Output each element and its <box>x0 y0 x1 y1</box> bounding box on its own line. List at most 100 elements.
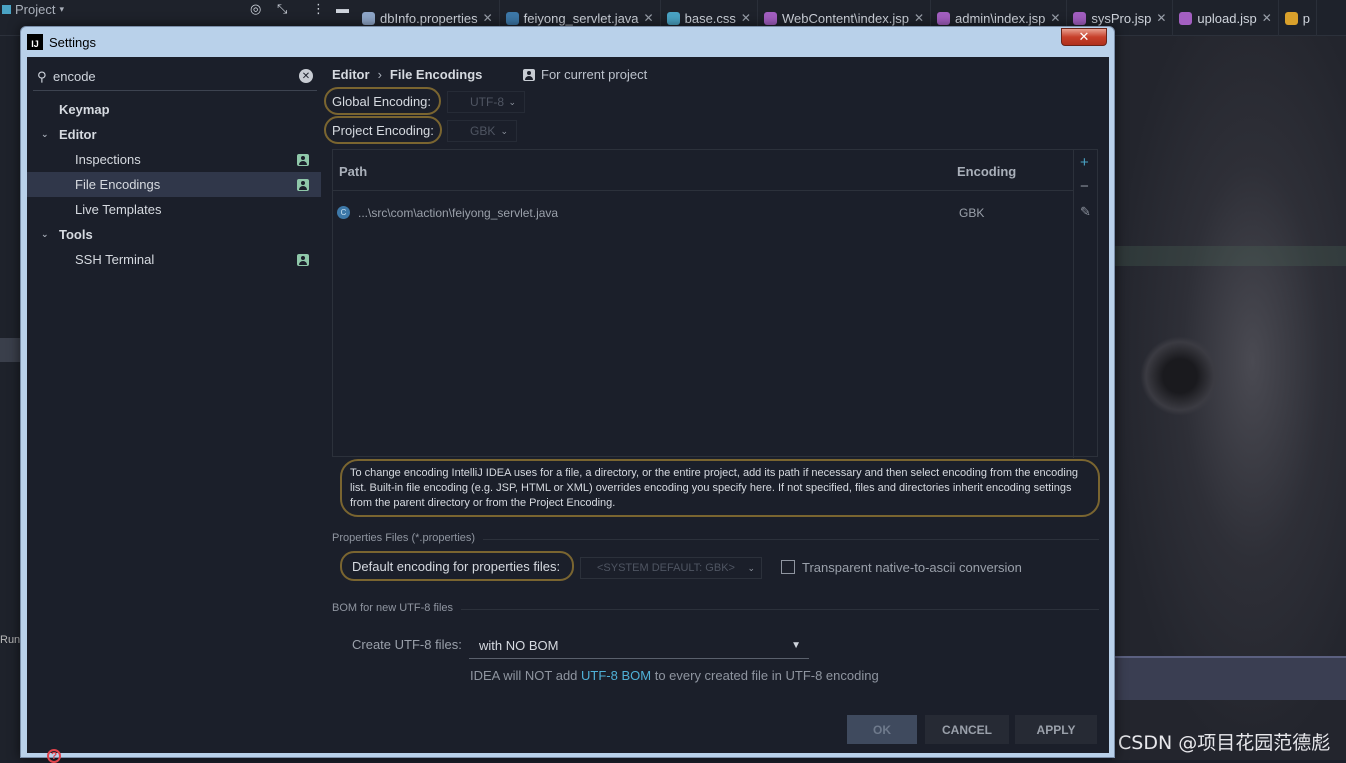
code-icon <box>362 11 375 25</box>
apply-button[interactable]: APPLY <box>1015 715 1097 744</box>
tab-label: base.css <box>684 10 736 26</box>
tree-item-label: Keymap <box>59 102 110 117</box>
cancel-button[interactable]: CANCEL <box>925 715 1009 744</box>
breadcrumb-separator: › <box>377 67 382 82</box>
row-path: ...\src\com\action\feiyong_servlet.java <box>358 206 559 220</box>
project-encoding-select[interactable]: GBK ⌄ <box>447 120 517 142</box>
tree-item-label: File Encodings <box>75 177 161 192</box>
project-scope-icon <box>297 178 309 191</box>
tree-item-label: SSH Terminal <box>75 252 155 267</box>
scope-indicator: For current project <box>523 67 647 82</box>
tab-label: upload.jsp <box>1197 10 1257 26</box>
target-icon[interactable]: ◎ <box>250 1 261 17</box>
tree-item-label: Tools <box>59 227 93 242</box>
tab-label: dbInfo.properties <box>380 10 478 26</box>
close-tab-icon[interactable]: ✕ <box>1156 11 1166 25</box>
tab-label: p <box>1302 10 1310 26</box>
encoding-info-text: To change encoding IntelliJ IDEA uses fo… <box>340 459 1100 517</box>
utf8-bom-link[interactable]: UTF-8 BOM <box>581 668 651 683</box>
project-encoding-label: Project Encoding: <box>332 123 434 138</box>
breadcrumb-parent[interactable]: Editor <box>332 67 370 82</box>
tab-label: WebContent\index.jsp <box>781 10 909 26</box>
table-toolbar: + − ✎ <box>1073 150 1099 458</box>
tree-item-file-encodings[interactable]: File Encodings <box>27 172 321 197</box>
native-to-ascii-checkbox[interactable] <box>781 560 795 574</box>
tree-item-ssh-terminal[interactable]: SSH Terminal <box>27 247 321 272</box>
project-scope-icon <box>297 253 309 266</box>
settings-search: ⚲ ✕ <box>33 63 317 91</box>
global-encoding-select[interactable]: UTF-8 ⌄ <box>447 91 525 113</box>
expand-arrow-icon[interactable]: ⌄ <box>41 129 49 140</box>
tree-item-tools[interactable]: ⌄ Tools <box>27 222 321 247</box>
close-tab-icon[interactable]: ✕ <box>741 11 751 25</box>
jsp-icon <box>1073 11 1087 25</box>
settings-dialog: IJ Settings ✕ ⚲ ✕ Keymap ⌄ Editor Inspectio… <box>20 26 1115 763</box>
bom-hint: IDEA will NOT add UTF-8 BOM to every cre… <box>470 668 879 683</box>
ide-left-toolbar: Run: <box>0 36 23 760</box>
jsp-icon <box>1179 11 1193 25</box>
edit-pencil-icon[interactable]: ✎ <box>1080 204 1091 220</box>
tree-item-keymap[interactable]: Keymap <box>27 97 321 122</box>
close-tab-icon[interactable]: ✕ <box>1262 11 1272 25</box>
close-button[interactable]: ✕ <box>1061 28 1107 46</box>
tree-item-live-templates[interactable]: Live Templates <box>27 197 321 222</box>
close-tab-icon[interactable]: ✕ <box>483 11 493 25</box>
close-tab-icon[interactable]: ✕ <box>1050 11 1060 25</box>
tab-label: admin\index.jsp <box>955 10 1046 26</box>
tab-label: sysPro.jsp <box>1091 10 1152 26</box>
column-header-encoding[interactable]: Encoding <box>957 164 1016 179</box>
watermark: CSDN @项目花园范德彪 <box>1118 732 1331 754</box>
global-encoding-label: Global Encoding: <box>332 94 432 109</box>
scope-label: For current project <box>541 67 648 82</box>
bom-select[interactable]: with NO BOM ▼ <box>469 633 809 659</box>
remove-icon[interactable]: − <box>1080 178 1089 195</box>
more-options-icon[interactable]: ⋮ <box>312 1 325 17</box>
editor-tab[interactable]: p <box>1279 0 1317 36</box>
collapse-icon[interactable]: ⤡ <box>277 1 287 17</box>
project-icon <box>2 4 11 14</box>
search-icon[interactable]: ⚲ <box>37 69 53 85</box>
class-icon <box>505 11 519 25</box>
tree-item-inspections[interactable]: Inspections <box>27 147 321 172</box>
close-tab-icon[interactable]: ✕ <box>914 11 924 25</box>
dialog-title: Settings <box>49 34 96 50</box>
column-header-path[interactable]: Path <box>339 164 367 179</box>
create-utf8-label: Create UTF-8 files: <box>352 637 462 652</box>
tree-item-editor[interactable]: ⌄ Editor <box>27 122 321 147</box>
project-view-button[interactable]: Project ▾ <box>0 0 64 18</box>
expand-arrow-icon[interactable]: ⌄ <box>41 229 49 240</box>
ok-button[interactable]: OK <box>847 715 917 744</box>
row-encoding[interactable]: GBK <box>959 206 984 220</box>
file-encodings-panel: Editor › File Encodings For current proj… <box>323 57 1109 753</box>
bom-section-title: BOM for new UTF-8 files <box>332 602 454 614</box>
native-to-ascii-label[interactable]: Transparent native-to-ascii conversion <box>802 560 1022 575</box>
tree-item-label: Inspections <box>75 152 141 167</box>
help-icon[interactable]: ? <box>47 749 61 763</box>
close-tab-icon[interactable]: ✕ <box>644 11 654 25</box>
tree-item-label: Live Templates <box>75 202 162 217</box>
chevron-down-icon: ⌄ <box>500 125 508 136</box>
jsp-icon <box>937 11 950 25</box>
dropdown-arrow-icon: ▼ <box>791 640 801 651</box>
path-encoding-table: Path Encoding C ...\src\com\action\feiyo… <box>332 149 1099 458</box>
default-properties-encoding-label: Default encoding for properties files: <box>352 559 561 574</box>
breadcrumb-current: File Encodings <box>389 67 483 82</box>
chevron-down-icon: ▾ <box>59 3 64 14</box>
minimize-icon[interactable]: ▬ <box>336 1 349 16</box>
ide-background-image <box>1112 36 1346 760</box>
default-properties-encoding-select[interactable]: <SYSTEM DEFAULT: GBK> ⌄ <box>580 557 762 579</box>
clear-search-icon[interactable]: ✕ <box>299 69 313 83</box>
dialog-titlebar[interactable]: IJ Settings ✕ <box>21 27 1114 57</box>
js-icon <box>1284 11 1298 25</box>
project-scope-icon <box>297 153 309 166</box>
add-icon[interactable]: + <box>1080 154 1089 171</box>
java-class-icon: C <box>337 206 350 219</box>
intellij-logo-icon: IJ <box>27 34 43 50</box>
css-icon <box>666 11 680 25</box>
chevron-down-icon: ⌄ <box>508 96 516 107</box>
editor-tab[interactable]: upload.jsp ✕ <box>1173 0 1279 36</box>
search-input[interactable] <box>53 69 283 84</box>
chevron-down-icon: ⌄ <box>747 562 755 573</box>
project-scope-icon <box>523 68 535 81</box>
tree-item-label: Editor <box>59 127 97 142</box>
